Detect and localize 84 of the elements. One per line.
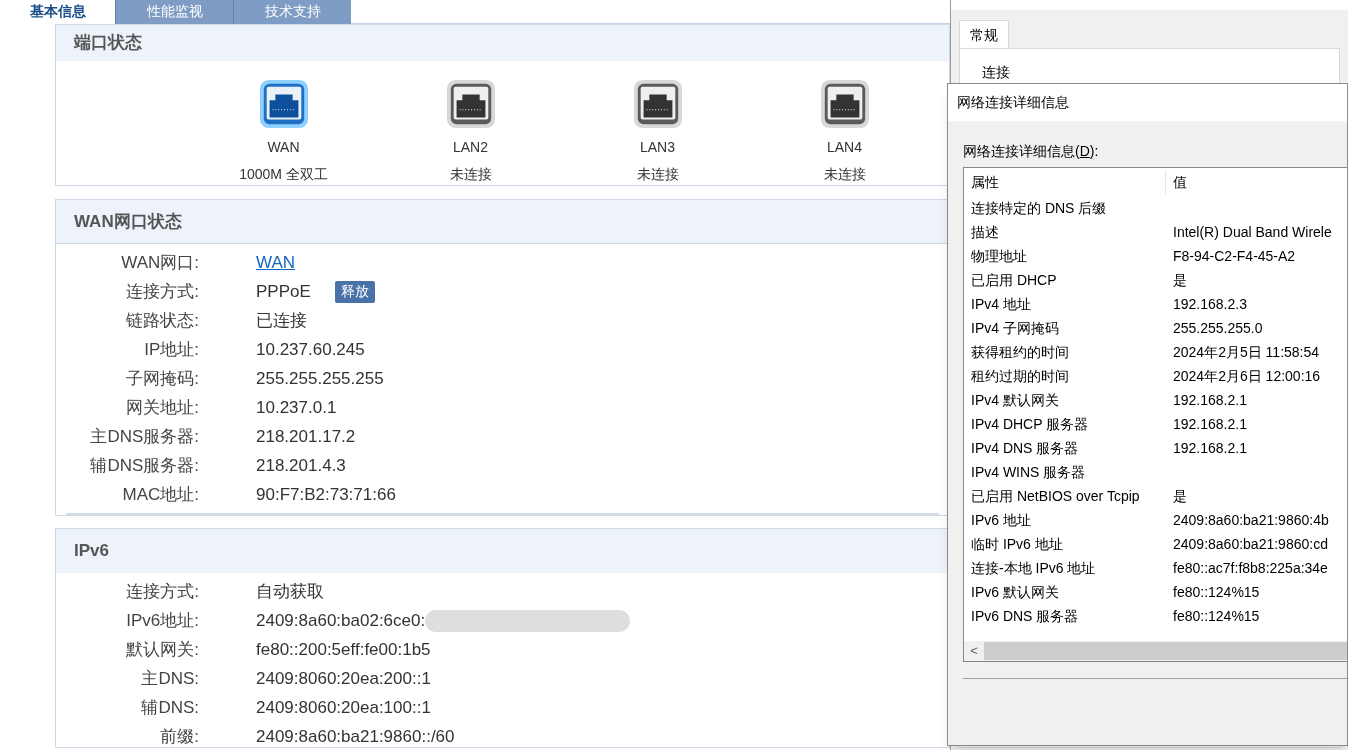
port-name: LAN4: [827, 138, 862, 157]
dialog-title: 网络连接详细信息: [957, 93, 1069, 112]
table-cell-text: IPv4 子网掩码: [970, 318, 1060, 338]
table-cell-text: 租约过期的时间: [970, 366, 1070, 386]
field-value: 2409:8060:20ea:200::1: [256, 667, 431, 690]
section-title: 端口状态: [74, 32, 142, 55]
port-name: LAN3: [640, 138, 675, 157]
table-cell-text: IPv4 DHCP 服务器: [970, 414, 1090, 434]
table-cell-text: 192.168.2.1: [1172, 414, 1247, 434]
section-label: 连接: [982, 64, 1010, 80]
table-cell-text: 物理地址: [970, 246, 1028, 266]
table-cell-text: 192.168.2.3: [1172, 294, 1247, 314]
release-button[interactable]: 释放: [334, 280, 375, 303]
wan-link[interactable]: WAN: [256, 249, 296, 276]
field-label: 连接方式:: [125, 280, 199, 303]
field-value: 90:F7:B2:73:71:66: [256, 483, 396, 506]
field-value: 218.201.17.2: [256, 425, 356, 448]
table-cell-text: IPv6 地址: [970, 510, 1032, 530]
field-value: fe80::200:5eff:fe00:1b5: [256, 638, 431, 661]
field-label: 辅DNS服务器:: [89, 454, 199, 477]
field-label: MAC地址:: [121, 483, 199, 506]
table-cell-text: IPv4 地址: [970, 294, 1032, 314]
section-title: WAN网口状态: [74, 210, 182, 233]
field-value: 10.237.60.245: [256, 338, 365, 361]
field-value: 2409:8060:20ea:100::1: [256, 696, 431, 719]
table-cell-text: IPv6 默认网关: [970, 582, 1060, 602]
table-cell-text: 192.168.2.1: [1172, 390, 1247, 410]
field-label: 辅DNS:: [140, 696, 199, 719]
table-cell-text: fe80::124%15: [1172, 582, 1260, 602]
scrollbar[interactable]: <: [964, 641, 1347, 661]
field-value: 255.255.255.255: [256, 367, 384, 390]
table-cell-text: 连接-本地 IPv6 地址: [970, 558, 1097, 578]
table-cell-text: 是: [1172, 486, 1187, 506]
table-cell-text: 描述: [970, 222, 1000, 242]
scroll-left-button[interactable]: <: [964, 641, 984, 661]
port-status: 未连接: [636, 165, 679, 184]
port-name: WAN: [267, 138, 300, 157]
field-label: 链路状态:: [125, 309, 199, 332]
field-label: IP地址:: [143, 338, 199, 361]
list-label: 网络连接详细信息(D):: [963, 143, 1099, 159]
field-label: 网关地址:: [125, 396, 199, 419]
port-status: 1000M 全双工: [239, 165, 328, 184]
field-label: WAN网口:: [120, 251, 199, 274]
field-label: 主DNS:: [140, 667, 199, 690]
table-cell-text: 获得租约的时间: [970, 342, 1070, 362]
table-cell-text: IPv4 DNS 服务器: [970, 438, 1080, 458]
port-status: 未连接: [449, 165, 492, 184]
field-value: 自动获取: [256, 580, 324, 603]
field-label: IPv6地址:: [125, 609, 199, 632]
table-cell-text: 2024年2月6日 12:00:16: [1172, 366, 1321, 386]
section-title: IPv6: [74, 540, 109, 563]
column-header[interactable]: 属性: [964, 170, 1166, 194]
table-cell-text: 2409:8a60:ba21:9860:4b: [1172, 510, 1329, 530]
field-label: 子网掩码:: [125, 367, 199, 390]
port-status: 未连接: [823, 165, 866, 184]
table-cell-text: 临时 IPv6 地址: [970, 534, 1064, 554]
table-cell-text: 2409:8a60:ba21:9860:cd: [1172, 534, 1328, 554]
field-value: 2409:8a60:ba02:6ce0:: [256, 609, 426, 632]
field-label: 连接方式:: [125, 580, 199, 603]
table-cell-text: 连接特定的 DNS 后缀: [970, 198, 1108, 218]
field-value: 已连接: [256, 309, 307, 332]
table-cell-text: 已启用 NetBIOS over Tcpip: [970, 486, 1141, 506]
table-cell-text: IPv4 默认网关: [970, 390, 1060, 410]
table-cell-text: 2024年2月5日 11:58:54: [1172, 342, 1320, 362]
tab[interactable]: 常规: [959, 20, 1009, 48]
table-cell-text: 255.255.255.0: [1172, 318, 1263, 338]
table-cell-text: 已启用 DHCP: [970, 270, 1058, 290]
field-value: PPPoE: [256, 280, 311, 303]
table-cell-text: IPv4 WINS 服务器: [970, 462, 1087, 482]
field-value: 218.201.4.3: [256, 454, 346, 477]
table-cell-text: F8-94-C2-F4-45-A2: [1172, 246, 1296, 266]
column-header[interactable]: 值: [1166, 170, 1187, 194]
field-value: 10.237.0.1: [256, 396, 337, 419]
field-label: 主DNS服务器:: [89, 425, 199, 448]
table-cell-text: fe80::ac7f:f8b8:225a:34e: [1172, 558, 1328, 578]
table-cell-text: fe80::124%15: [1172, 606, 1260, 626]
port-name: LAN2: [453, 138, 488, 157]
table-cell-text: 192.168.2.1: [1172, 438, 1247, 458]
field-label: 默认网关:: [125, 638, 199, 661]
field-label: 前缀:: [159, 725, 199, 748]
table-cell-text: 是: [1172, 270, 1187, 290]
table-cell-text: IPv6 DNS 服务器: [970, 606, 1080, 626]
table-cell-text: Intel(R) Dual Band Wirele: [1172, 222, 1332, 242]
field-value: 2409:8a60:ba21:9860::/60: [256, 725, 455, 748]
